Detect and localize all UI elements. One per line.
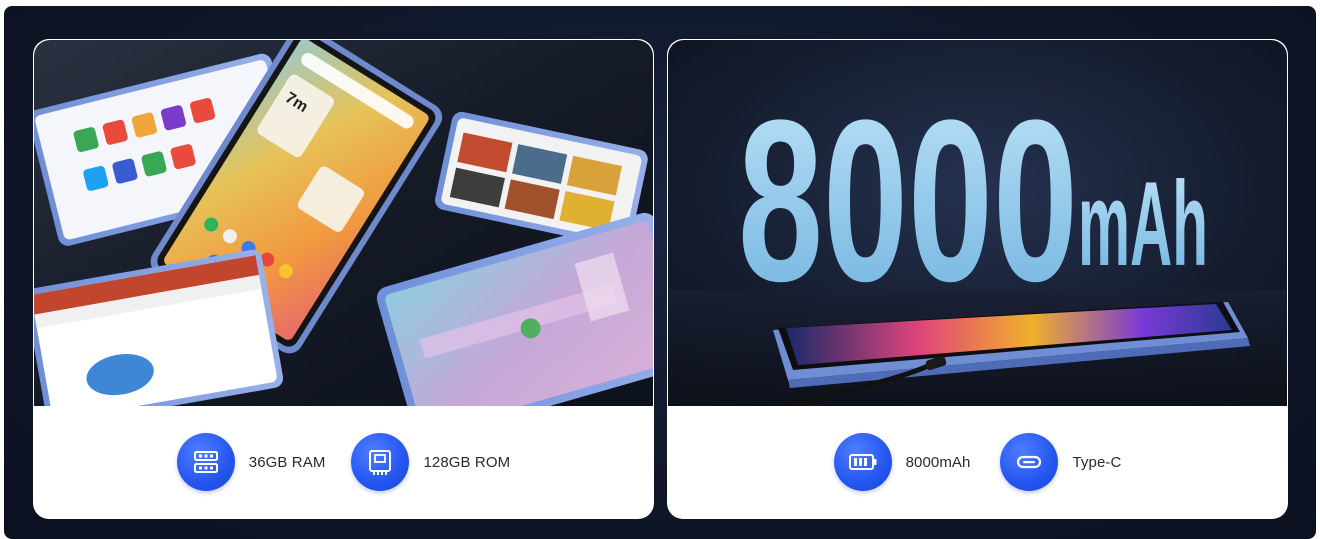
battery-icon (833, 433, 892, 491)
battery-features: 8000mAh Type-C (668, 406, 1287, 518)
ram-label: 36GB RAM (248, 453, 326, 471)
rom-label: 128GB ROM (423, 453, 511, 471)
battery-tablet-image: 8000 mAh (668, 40, 1287, 406)
ram-chip-icon (176, 433, 235, 491)
storage-features: 36GB RAM 128GB ROM (34, 406, 653, 518)
headline-unit: mAh (1078, 157, 1208, 291)
rom-feature: 128GB ROM (351, 433, 510, 491)
headline-number: 8000 (738, 72, 1078, 329)
ram-feature: 36GB RAM (176, 433, 326, 491)
usb-c-port-icon (1000, 433, 1059, 491)
battery-capacity-label: 8000mAh (905, 453, 971, 471)
tablets-collage-image: 7m (34, 40, 653, 406)
type-c-label: Type-C (1072, 453, 1122, 471)
promo-banner: 7m 36GB RAM 128GB ROM 8000 mAh 8000mAh T… (4, 6, 1316, 539)
battery-feature-card: 8000 mAh 8000mAh Type-C (667, 39, 1288, 519)
storage-feature-card: 7m 36GB RAM 128GB ROM (33, 39, 654, 519)
type-c-feature: Type-C (1000, 433, 1121, 491)
storage-chip-icon (351, 433, 410, 491)
battery-capacity-feature: 8000mAh (833, 433, 971, 491)
